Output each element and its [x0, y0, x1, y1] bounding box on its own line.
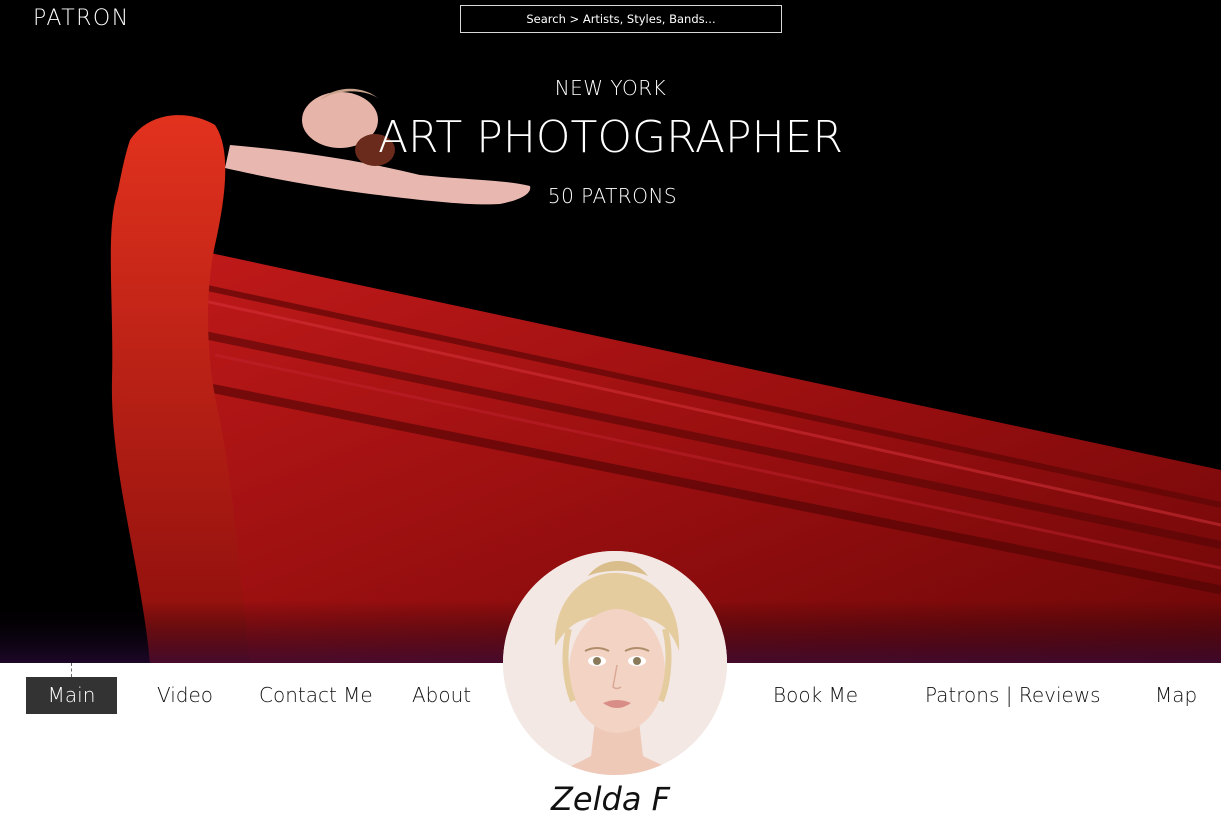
nav-main[interactable]: Main: [26, 677, 117, 714]
page: PATRON NEW YORK ART PHOTOGRAPHER 50 PATR…: [0, 0, 1221, 829]
artist-location: NEW YORK: [554, 76, 667, 100]
avatar[interactable]: [503, 551, 727, 775]
patron-count: 50 PATRONS: [547, 184, 678, 208]
nav-about[interactable]: About: [412, 677, 471, 714]
active-tab-marker: [71, 663, 72, 677]
nav-map[interactable]: Map: [1155, 677, 1197, 714]
nav-patrons-reviews[interactable]: Patrons | Reviews: [925, 677, 1101, 714]
nav-contact-me[interactable]: Contact Me: [259, 677, 373, 714]
nav-video[interactable]: Video: [157, 677, 213, 714]
nav-book-me[interactable]: Book Me: [773, 677, 858, 714]
artist-name: Zelda F: [551, 780, 670, 818]
avatar-portrait: [503, 551, 727, 775]
artist-profession: ART PHOTOGRAPHER: [377, 112, 844, 163]
logo[interactable]: PATRON: [33, 6, 130, 31]
search-input[interactable]: [460, 5, 782, 33]
